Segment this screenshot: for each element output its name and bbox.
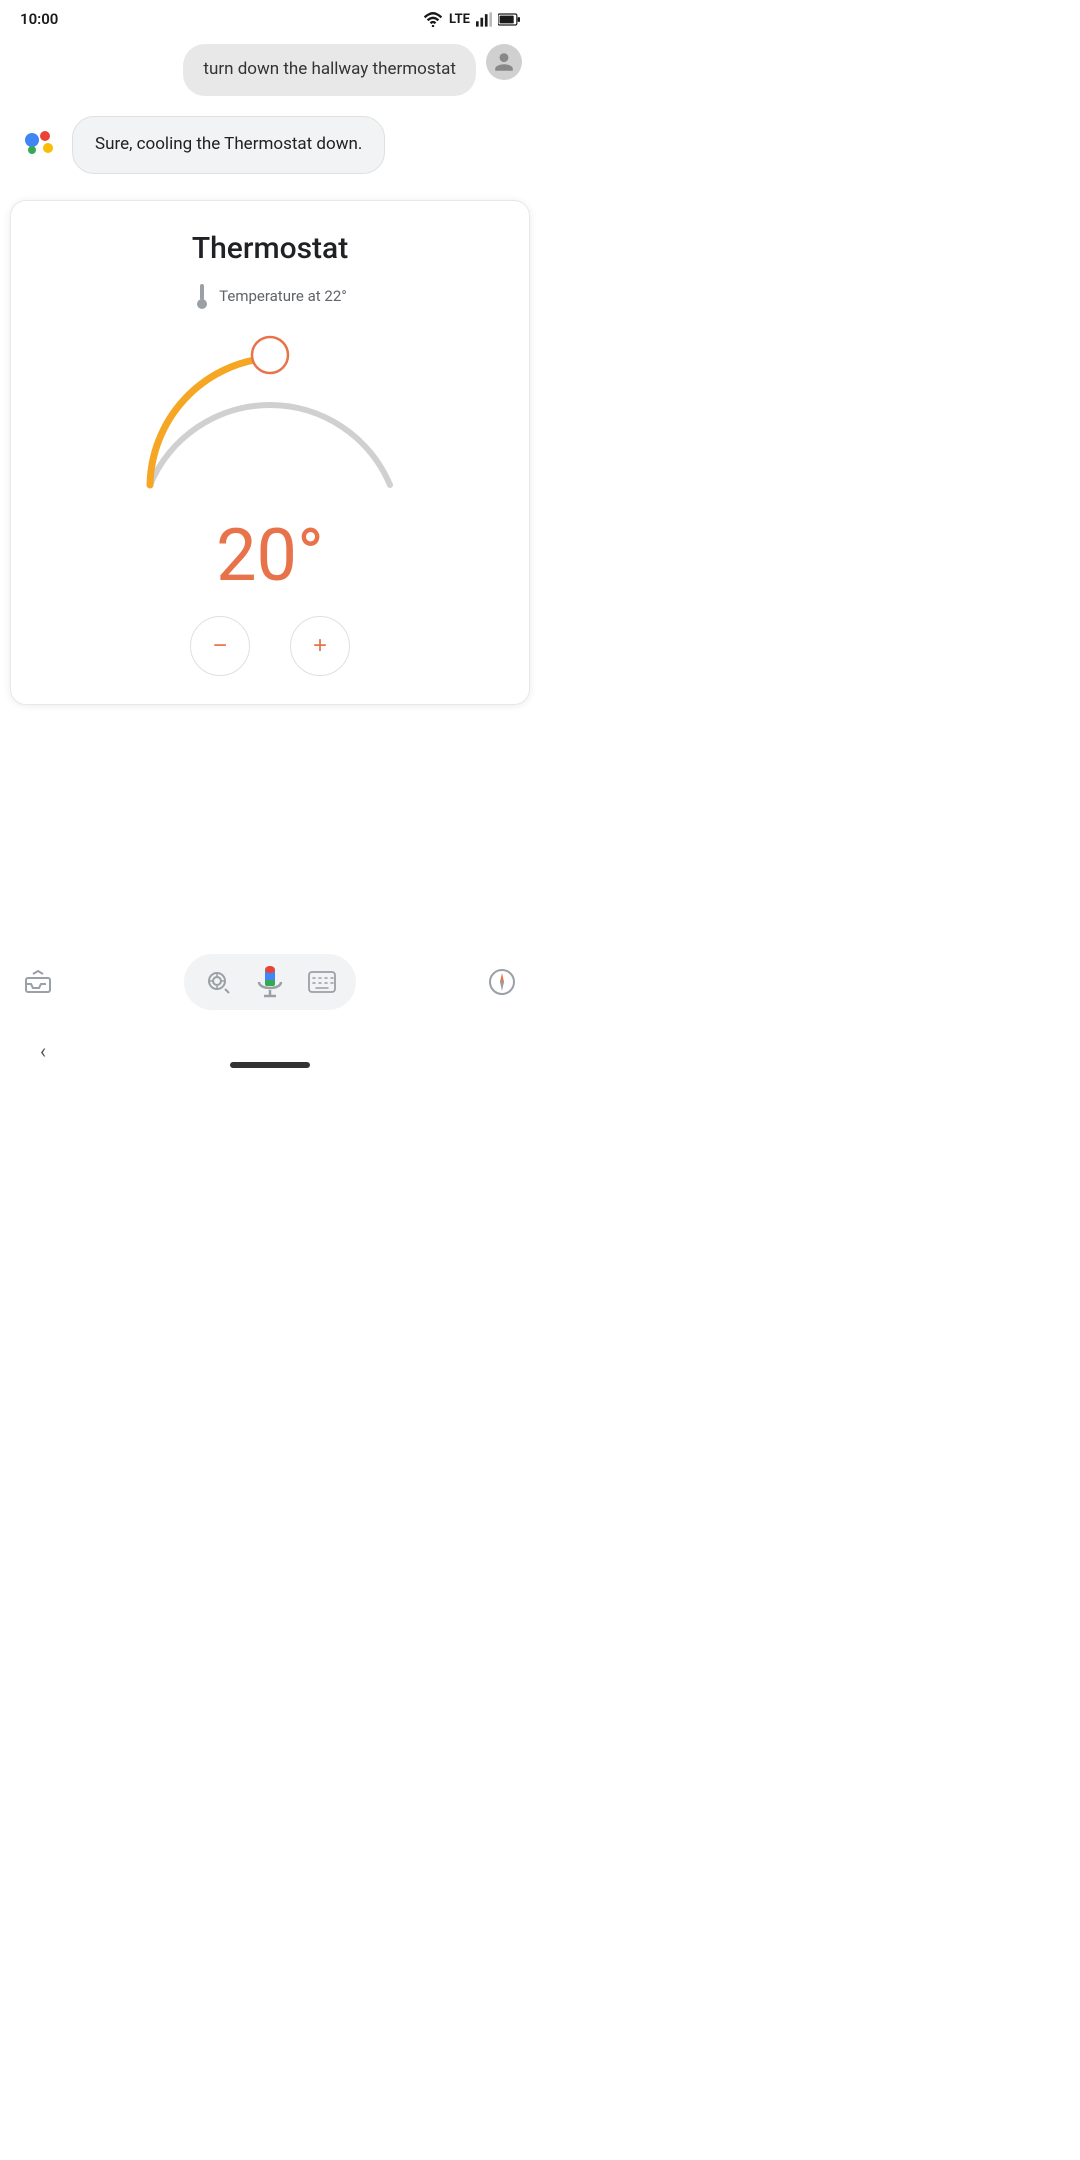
wifi-icon <box>423 12 443 27</box>
temperature-display: 20° <box>31 520 509 592</box>
chat-area: turn down the hallway thermostat Sure, c… <box>0 34 540 200</box>
thermostat-title: Thermostat <box>31 231 509 266</box>
assistant-message-row: Sure, cooling the Thermostat down. <box>18 116 522 174</box>
google-assistant-logo <box>18 120 62 164</box>
bottom-toolbar <box>0 944 540 1020</box>
temp-label-text: Temperature at 22° <box>219 287 347 305</box>
compass-icon[interactable] <box>488 968 516 996</box>
increase-button[interactable]: + <box>290 616 350 676</box>
temp-label-row: Temperature at 22° <box>31 282 509 310</box>
signal-icon <box>476 12 492 27</box>
user-bubble: turn down the hallway thermostat <box>183 44 476 96</box>
controls-row: − + <box>31 616 509 676</box>
keyboard-icon[interactable] <box>308 968 336 996</box>
decrease-button[interactable]: − <box>190 616 250 676</box>
user-message-row: turn down the hallway thermostat <box>18 44 522 96</box>
thermostat-card: Thermostat Temperature at 22° 20° − + <box>10 200 530 705</box>
battery-icon <box>498 13 520 26</box>
thermometer-icon <box>193 282 211 310</box>
lte-label: LTE <box>449 12 470 27</box>
increase-label: + <box>313 632 327 660</box>
status-bar: 10:00 LTE <box>0 0 540 34</box>
lens-icon[interactable] <box>204 968 232 996</box>
user-avatar <box>486 44 522 80</box>
status-time: 10:00 <box>20 10 58 28</box>
tray-icon[interactable] <box>24 968 52 996</box>
decrease-label: − <box>213 632 227 660</box>
microphone-button[interactable] <box>252 964 288 1000</box>
bottom-pill <box>184 954 356 1010</box>
assistant-bubble: Sure, cooling the Thermostat down. <box>72 116 385 174</box>
home-pill[interactable] <box>230 1062 310 1068</box>
status-icons: LTE <box>423 12 520 27</box>
nav-bar: ‹ <box>0 1022 540 1080</box>
back-button[interactable]: ‹ <box>40 1039 46 1063</box>
person-icon <box>493 51 515 73</box>
thermostat-dial <box>120 320 420 500</box>
dial-svg <box>120 320 420 505</box>
